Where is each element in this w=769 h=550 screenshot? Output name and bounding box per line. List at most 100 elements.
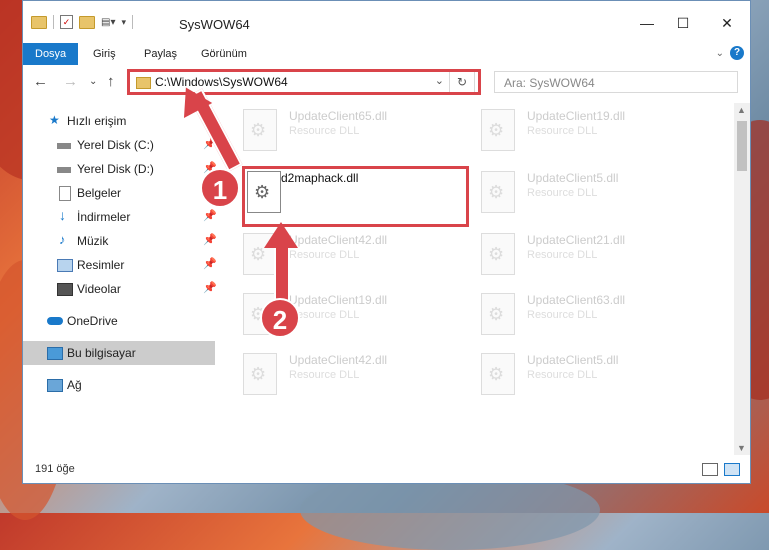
- file-type: Resource DLL: [289, 249, 360, 261]
- back-button[interactable]: ←: [33, 73, 48, 90]
- file-name: UpdateClient5.dll: [527, 353, 619, 367]
- sidebar-item-label: Yerel Disk (D:): [77, 162, 154, 176]
- scroll-thumb[interactable]: [737, 121, 747, 171]
- dll-file-icon: [481, 233, 515, 275]
- file-type: Resource DLL: [527, 187, 598, 199]
- file-type: Resource DLL: [527, 125, 598, 137]
- sidebar-item-onedrive[interactable]: OneDrive: [23, 309, 215, 333]
- dll-file-icon: [243, 109, 277, 151]
- expand-ribbon-icon[interactable]: ⌄: [716, 48, 724, 59]
- file-highlight: [242, 166, 469, 227]
- title-bar: ✓ ▤▾ ▾ SysWOW64 — ☐ ✕: [23, 1, 750, 43]
- search-placeholder: Ara: SysWOW64: [504, 76, 595, 90]
- sidebar-item-disk-c[interactable]: Yerel Disk (C:) 📌: [23, 133, 217, 157]
- dll-file-icon: [481, 353, 515, 395]
- arrow-2: [274, 244, 290, 306]
- sidebar-item-documents[interactable]: Belgeler 📌: [23, 181, 217, 205]
- sidebar-item-videos[interactable]: Videolar 📌: [23, 277, 217, 301]
- star-icon: ★: [49, 113, 60, 127]
- sidebar-item-label: Bu bilgisayar: [67, 346, 136, 360]
- sidebar-item-label: Videolar: [77, 282, 121, 296]
- dll-file-icon: [481, 293, 515, 335]
- dll-file-icon: [243, 353, 277, 395]
- pin-icon[interactable]: 📌: [203, 209, 217, 222]
- properties-icon[interactable]: ✓: [60, 15, 73, 29]
- network-icon: [47, 379, 63, 392]
- file-item[interactable]: UpdateClient65.dll Resource DLL: [233, 103, 463, 163]
- tab-view[interactable]: Görünüm: [201, 43, 247, 65]
- sidebar-item-label: Müzik: [77, 234, 109, 248]
- file-list: UpdateClient65.dll Resource DLL UpdateCl…: [233, 103, 733, 455]
- sidebar-item-pictures[interactable]: Resimler 📌: [23, 253, 217, 277]
- file-type: Resource DLL: [527, 309, 598, 321]
- file-item[interactable]: UpdateClient21.dll Resource DLL: [471, 227, 701, 287]
- sidebar-item-label: Belgeler: [77, 186, 122, 200]
- close-button[interactable]: ✕: [717, 13, 737, 33]
- scroll-down-icon[interactable]: ▼: [737, 443, 746, 453]
- step-2-badge: 2: [260, 298, 300, 338]
- video-icon: [57, 283, 73, 296]
- file-name: UpdateClient42.dll: [289, 353, 388, 367]
- navigation-bar: ← → ⌄ ↑ C:\Windows\SysWOW64 ⌄ ↻ Ara: Sys…: [23, 67, 750, 97]
- file-item[interactable]: UpdateClient42.dll Resource DLL: [233, 347, 463, 407]
- search-input[interactable]: Ara: SysWOW64: [494, 71, 738, 93]
- file-name: UpdateClient19.dll: [527, 109, 626, 123]
- file-item[interactable]: UpdateClient19.dll Resource DLL: [471, 103, 701, 163]
- recent-locations-icon[interactable]: ⌄: [89, 76, 97, 87]
- cloud-icon: [47, 317, 63, 325]
- separator: [53, 15, 54, 29]
- drive-icon: [57, 167, 71, 173]
- sidebar-item-label: Yerel Disk (C:): [77, 138, 154, 152]
- sidebar-item-label: Hızlı erişim: [67, 114, 127, 128]
- sidebar-item-this-pc[interactable]: Bu bilgisayar: [23, 341, 215, 365]
- file-name: UpdateClient65.dll: [289, 109, 388, 123]
- chevron-down-icon[interactable]: ▾: [121, 17, 126, 28]
- maximize-button[interactable]: ☐: [673, 13, 693, 33]
- tab-file[interactable]: Dosya: [23, 43, 79, 65]
- details-view-icon[interactable]: [702, 463, 718, 476]
- file-name: UpdateClient5.dll: [527, 171, 619, 185]
- large-icons-view-icon[interactable]: [724, 463, 740, 476]
- sidebar-item-network[interactable]: Ağ: [23, 373, 215, 397]
- customize-toolbar-icon[interactable]: ▤▾: [101, 17, 115, 28]
- help-icon[interactable]: ?: [730, 46, 744, 60]
- item-count: 191 öğe: [35, 463, 75, 475]
- file-item[interactable]: UpdateClient5.dll Resource DLL: [471, 165, 701, 225]
- file-item[interactable]: UpdateClient5.dll Resource DLL: [471, 347, 701, 407]
- window-title: SysWOW64: [179, 17, 250, 32]
- tab-share[interactable]: Paylaş: [144, 43, 177, 65]
- sidebar-item-music[interactable]: ♪ Müzik 📌: [23, 229, 217, 253]
- tab-home[interactable]: Giriş: [93, 43, 116, 65]
- sidebar-item-disk-d[interactable]: Yerel Disk (D:) 📌: [23, 157, 217, 181]
- file-type: Resource DLL: [289, 369, 360, 381]
- view-switcher: [702, 463, 740, 476]
- new-folder-icon[interactable]: [79, 15, 95, 29]
- file-name: UpdateClient63.dll: [527, 293, 626, 307]
- quick-access-toolbar: ✓ ▤▾ ▾: [31, 15, 133, 29]
- pin-icon[interactable]: 📌: [203, 233, 217, 246]
- scroll-up-icon[interactable]: ▲: [737, 105, 746, 115]
- up-button[interactable]: ↑: [107, 73, 115, 90]
- explorer-window: ✓ ▤▾ ▾ SysWOW64 — ☐ ✕ Dosya Giriş Paylaş…: [22, 0, 751, 484]
- sidebar-item-label: İndirmeler: [77, 210, 131, 224]
- separator: [132, 15, 133, 29]
- pin-icon[interactable]: 📌: [203, 281, 217, 294]
- vertical-scrollbar[interactable]: ▲ ▼: [734, 103, 750, 455]
- navigation-pane: ★ Hızlı erişim Yerel Disk (C:) 📌 Yerel D…: [23, 103, 217, 455]
- folder-icon[interactable]: [31, 15, 47, 29]
- forward-button[interactable]: →: [63, 73, 78, 90]
- drive-icon: [57, 143, 71, 149]
- pin-icon[interactable]: 📌: [203, 257, 217, 270]
- pictures-icon: [57, 259, 73, 272]
- status-bar: 191 öğe: [23, 457, 750, 483]
- document-icon: [59, 186, 71, 201]
- sidebar-item-label: OneDrive: [67, 314, 118, 328]
- sidebar-item-downloads[interactable]: ↓ İndirmeler 📌: [23, 205, 217, 229]
- file-item[interactable]: UpdateClient63.dll Resource DLL: [471, 287, 701, 347]
- file-type: Resource DLL: [527, 369, 598, 381]
- file-name: UpdateClient42.dll: [289, 233, 388, 247]
- dll-file-icon: [481, 171, 515, 213]
- minimize-button[interactable]: —: [637, 13, 657, 33]
- step-1-badge: 1: [200, 168, 240, 208]
- file-type: Resource DLL: [527, 249, 598, 261]
